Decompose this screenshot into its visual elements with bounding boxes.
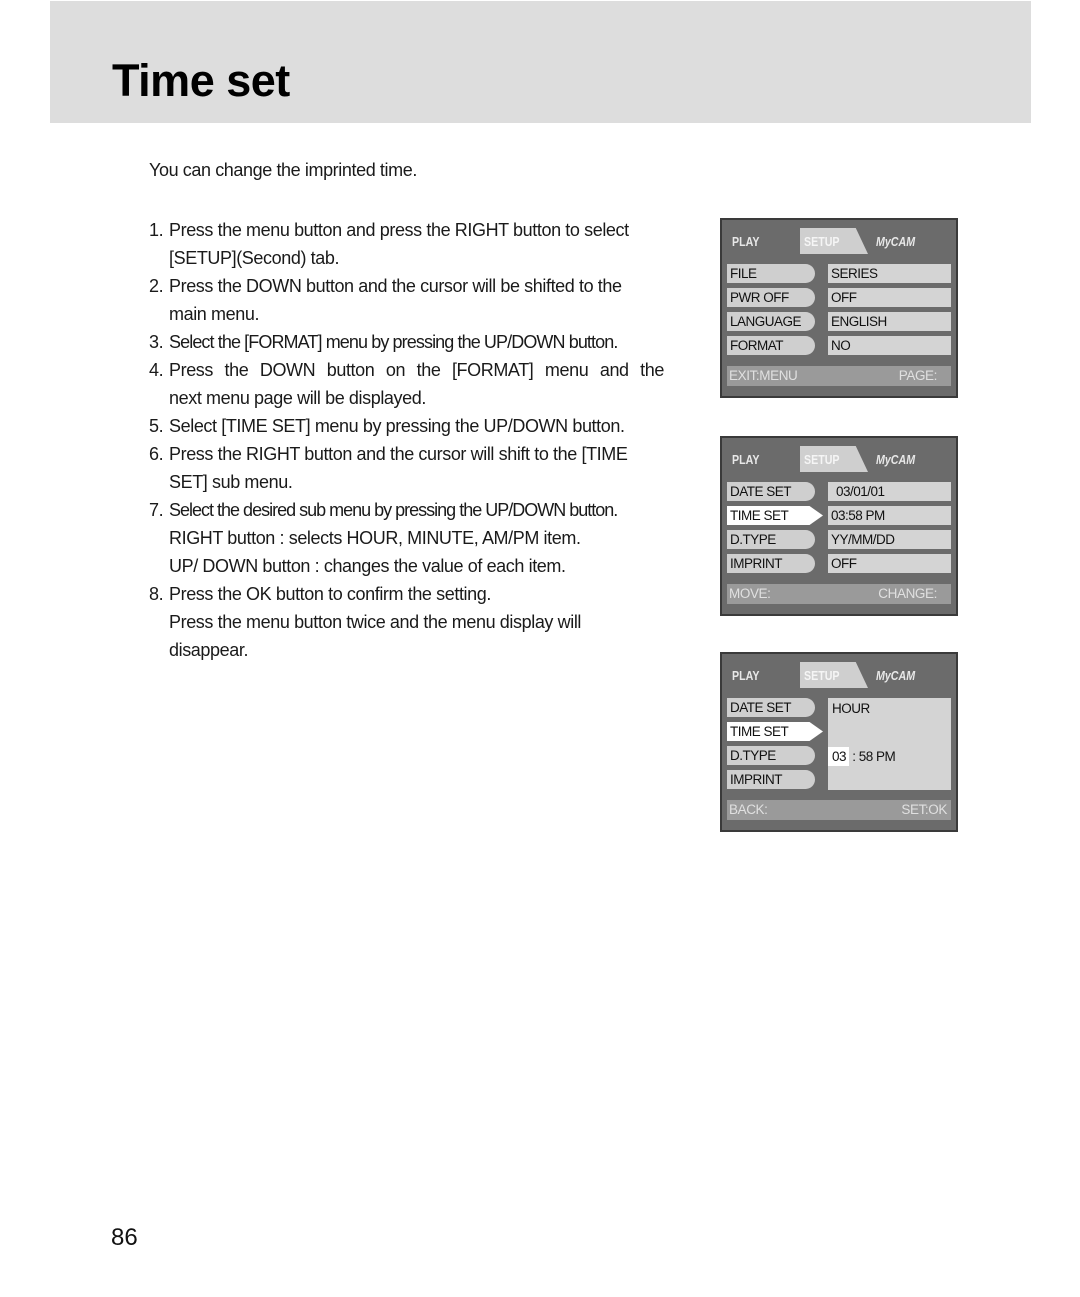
menu-value: OFF <box>828 554 951 573</box>
menu-label: IMPRINT <box>727 554 815 573</box>
menu-value: ENGLISH <box>828 312 951 331</box>
menu-value: 03:58 PM <box>828 506 951 525</box>
step-number: 3. <box>149 332 164 352</box>
menu-label-selected: TIME SET <box>727 722 823 741</box>
submenu-field-title: HOUR <box>832 701 870 716</box>
step-number: 7. <box>149 500 164 520</box>
footer-left-hint: MOVE: <box>729 586 771 601</box>
camera-menu-screen-time-submenu: PLAY SETUP MyCAM DATE SET TIME SET D.TYP… <box>720 652 958 832</box>
menu-label: PWR OFF <box>727 288 815 307</box>
page-number: 86 <box>111 1224 138 1251</box>
hour-field-highlighted: 03 <box>828 747 850 766</box>
time-submenu-box: HOUR 03 : 58 PM <box>828 698 951 790</box>
intro-text: You can change the imprinted time. <box>149 160 417 180</box>
step-text: Press the menu button twice and the menu… <box>169 612 582 632</box>
menu-label: DATE SET <box>727 698 815 717</box>
page-title: Time set <box>112 55 290 106</box>
step-text: main menu. <box>169 304 260 324</box>
menu-label-selected: TIME SET <box>727 506 823 525</box>
footer-right-hint: PAGE: <box>898 368 938 383</box>
minute-ampm-text: : 58 PM <box>849 749 896 764</box>
menu-label: FILE <box>727 264 815 283</box>
step-number: 1. <box>149 220 164 240</box>
menu-tabs: PLAY SETUP MyCAM <box>722 446 956 474</box>
step-text: Select [TIME SET] menu by pressing the U… <box>169 416 625 436</box>
step-text: next menu page will be displayed. <box>169 388 426 408</box>
menu-value: 03/01/01 <box>828 482 951 501</box>
camera-menu-screen-setup-page1: PLAY SETUP MyCAM FILE SERIES PWR OFF OFF… <box>720 218 958 398</box>
step-text: Select the [FORMAT] menu by pressing the… <box>169 332 618 352</box>
step-text: Press the OK button to confirm the setti… <box>169 584 491 604</box>
step-8: 8. Press the OK button to confirm the se… <box>149 580 664 664</box>
step-text: Press the DOWN button on the [FORMAT] me… <box>169 360 664 380</box>
menu-label: D.TYPE <box>727 530 815 549</box>
tab-play: PLAY <box>732 668 760 683</box>
menu-tabs: PLAY SETUP MyCAM <box>722 228 956 256</box>
step-text: Press the menu button and press the RIGH… <box>169 220 629 240</box>
menu-label: IMPRINT <box>727 770 815 789</box>
menu-value: OFF <box>828 288 951 307</box>
tab-setup: SETUP <box>804 234 840 249</box>
step-1: 1. Press the menu button and press the R… <box>149 216 664 272</box>
menu-label: DATE SET <box>727 482 815 501</box>
step-text: UP/ DOWN button : changes the value of e… <box>169 556 566 576</box>
step-number: 2. <box>149 276 164 296</box>
step-4: 4. Press the DOWN button on the [FORMAT]… <box>149 356 664 412</box>
tab-play: PLAY <box>732 452 760 467</box>
step-number: 4. <box>149 360 164 380</box>
menu-value: NO <box>828 336 951 355</box>
instruction-steps: 1. Press the menu button and press the R… <box>149 216 664 664</box>
header-band: Time set <box>50 1 1031 123</box>
step-text: SET] sub menu. <box>169 472 293 492</box>
step-text: disappear. <box>169 640 249 660</box>
footer-right-hint: CHANGE: <box>878 586 937 601</box>
footer-left-hint: EXIT:MENU <box>729 368 798 383</box>
menu-label: LANGUAGE <box>727 312 815 331</box>
step-number: 8. <box>149 584 164 604</box>
tab-mycam: MyCAM <box>876 234 916 249</box>
step-text: [SETUP](Second) tab. <box>169 248 340 268</box>
step-number: 6. <box>149 444 164 464</box>
camera-menu-screen-setup-page2: PLAY SETUP MyCAM DATE SET 03/01/01 TIME … <box>720 436 958 616</box>
step-3: 3. Select the [FORMAT] menu by pressing … <box>149 328 664 356</box>
step-number: 5. <box>149 416 164 436</box>
tab-setup: SETUP <box>804 668 840 683</box>
menu-tabs: PLAY SETUP MyCAM <box>722 662 956 690</box>
menu-value: YY/MM/DD <box>828 530 951 549</box>
step-text: Select the desired sub menu by pressing … <box>169 500 618 520</box>
menu-value: SERIES <box>828 264 951 283</box>
step-6: 6. Press the RIGHT button and the cursor… <box>149 440 664 496</box>
menu-footer: EXIT:MENU PAGE: <box>727 366 951 386</box>
menu-footer: BACK: SET:OK <box>727 800 951 820</box>
tab-mycam: MyCAM <box>876 452 916 467</box>
step-text: Press the DOWN button and the cursor wil… <box>169 276 622 296</box>
step-text: Press the RIGHT button and the cursor wi… <box>169 444 628 464</box>
tab-mycam: MyCAM <box>876 668 916 683</box>
step-2: 2. Press the DOWN button and the cursor … <box>149 272 664 328</box>
footer-left-hint: BACK: <box>729 802 768 817</box>
step-7: 7. Select the desired sub menu by pressi… <box>149 496 664 580</box>
menu-label: FORMAT <box>727 336 815 355</box>
menu-footer: MOVE: CHANGE: <box>727 584 951 604</box>
menu-label: D.TYPE <box>727 746 815 765</box>
tab-setup: SETUP <box>804 452 840 467</box>
footer-right-hint: SET:OK <box>901 802 947 817</box>
tab-play: PLAY <box>732 234 760 249</box>
step-5: 5. Select [TIME SET] menu by pressing th… <box>149 412 664 440</box>
time-readout: 03 : 58 PM <box>828 747 896 766</box>
step-text: RIGHT button : selects HOUR, MINUTE, AM/… <box>169 528 581 548</box>
